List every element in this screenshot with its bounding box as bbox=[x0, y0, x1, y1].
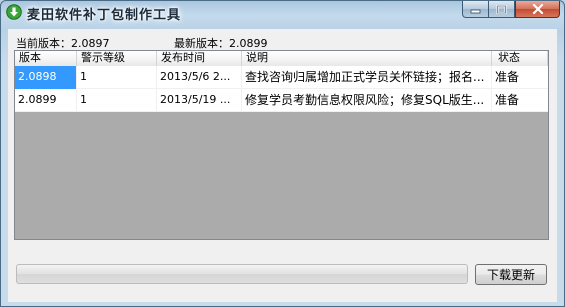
close-button[interactable] bbox=[515, 1, 560, 18]
download-arrow-icon bbox=[6, 4, 22, 20]
close-icon bbox=[532, 4, 543, 14]
minimize-button[interactable] bbox=[462, 1, 489, 18]
cell-description: 查找咨询归属增加正式学员关怀链接；报名... bbox=[242, 66, 492, 89]
cell-warning-level: 1 bbox=[77, 89, 157, 112]
column-header-warning-level[interactable]: 警示等级 bbox=[77, 51, 157, 66]
column-header-version[interactable]: 版本 bbox=[15, 51, 77, 66]
table-row[interactable]: 2.0898 1 2013/5/6 2... 查找咨询归属增加正式学员关怀链接；… bbox=[15, 66, 548, 89]
current-version-label: 当前版本：2.0897 bbox=[16, 37, 110, 50]
download-update-button[interactable]: 下载更新 bbox=[475, 264, 547, 285]
cell-warning-level: 1 bbox=[77, 66, 157, 89]
cell-description: 修复学员考勤信息权限风险；修复SQL版生... bbox=[242, 89, 492, 112]
minimize-icon bbox=[470, 9, 481, 13]
cell-release-time: 2013/5/6 2... bbox=[157, 66, 242, 89]
column-header-description[interactable]: 说明 bbox=[242, 51, 492, 66]
download-progress-bar bbox=[16, 264, 468, 284]
patch-list[interactable]: 版本 警示等级 发布时间 说明 状态 2.0898 1 2013/5/6 2..… bbox=[14, 50, 549, 240]
column-header-release-time[interactable]: 发布时间 bbox=[157, 51, 242, 66]
version-info: 当前版本：2.0897 最新版本：2.0899 bbox=[16, 35, 516, 50]
list-header: 版本 警示等级 发布时间 说明 状态 bbox=[15, 51, 548, 67]
cell-release-time: 2013/5/19 ... bbox=[157, 89, 242, 112]
column-header-status[interactable]: 状态 bbox=[492, 51, 548, 66]
cell-version: 2.0898 bbox=[15, 66, 77, 89]
cell-status: 准备 bbox=[495, 93, 520, 107]
window-title: 麦田软件补丁包制作工具 bbox=[27, 8, 182, 23]
title-bar[interactable]: 麦田软件补丁包制作工具 bbox=[1, 1, 564, 23]
cell-status: 准备 bbox=[495, 70, 520, 84]
maximize-button[interactable] bbox=[489, 1, 515, 18]
cell-version: 2.0899 bbox=[15, 89, 77, 112]
maximize-icon bbox=[496, 4, 507, 14]
table-row[interactable]: 2.0899 1 2013/5/19 ... 修复学员考勤信息权限风险；修复SQ… bbox=[15, 89, 548, 112]
latest-version-label: 最新版本：2.0899 bbox=[174, 37, 268, 50]
